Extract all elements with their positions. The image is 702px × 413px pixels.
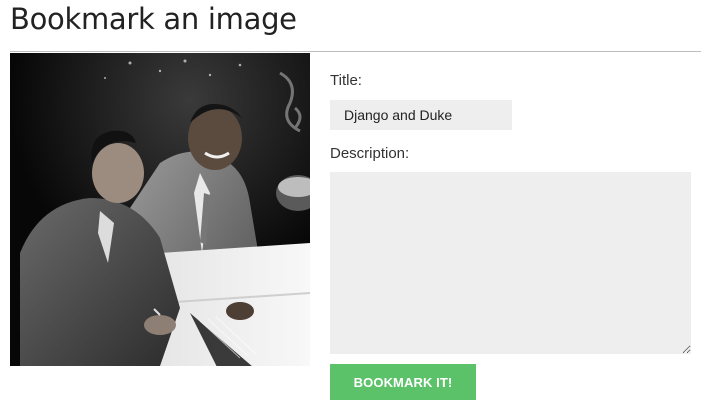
bookmark-it-button[interactable]: BOOKMARK IT! xyxy=(330,364,476,400)
description-label: Description: xyxy=(330,145,410,162)
description-textarea[interactable] xyxy=(330,172,691,354)
page-title: Bookmark an image xyxy=(10,2,297,36)
bookmark-image xyxy=(10,53,310,366)
title-label: Title: xyxy=(330,72,362,89)
title-input[interactable] xyxy=(330,100,512,130)
bookmark-page: Bookmark an image Title: Django and Duke… xyxy=(0,0,702,413)
title-divider xyxy=(10,51,701,52)
